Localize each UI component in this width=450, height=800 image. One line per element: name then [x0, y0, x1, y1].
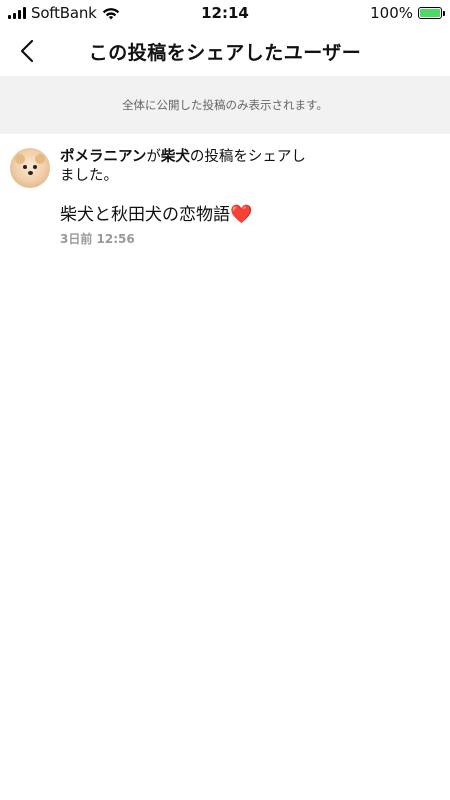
sharer-name[interactable]: ポメラニアン [60, 149, 146, 165]
battery-icon [418, 7, 445, 19]
avatar[interactable] [10, 148, 50, 188]
battery-percent: 100% [370, 4, 413, 22]
share-action-text-end: ました。 [60, 168, 118, 184]
share-connector: が [146, 149, 161, 165]
page-title: この投稿をシェアしたユーザー [88, 42, 362, 64]
share-list-item[interactable]: ポメラニアンが柴犬の投稿をシェアし ました。 柴犬と秋田犬の恋物語❤️ 3日前 … [0, 144, 450, 254]
share-timestamp: 3日前 12:56 [60, 232, 135, 246]
share-action-text: の投稿をシェアし [189, 149, 306, 165]
nav-bar: この投稿をシェアしたユーザー [0, 26, 450, 76]
share-description: ポメラニアンが柴犬の投稿をシェアし ました。 [60, 148, 320, 186]
heart-icon: ❤️ [230, 204, 253, 225]
chevron-left-icon[interactable] [16, 39, 40, 63]
shared-post-title[interactable]: 柴犬と秋田犬の恋物語❤️ [60, 200, 252, 225]
notice-text: 全体に公開した投稿のみ表示されます。 [122, 98, 328, 112]
status-bar: SoftBank 12:14 100% [0, 0, 450, 26]
post-title-text: 柴犬と秋田犬の恋物語 [60, 205, 230, 225]
public-only-notice: 全体に公開した投稿のみ表示されます。 [0, 76, 450, 134]
status-bar-right: 100% [370, 4, 445, 22]
post-owner-name[interactable]: 柴犬 [161, 149, 190, 165]
